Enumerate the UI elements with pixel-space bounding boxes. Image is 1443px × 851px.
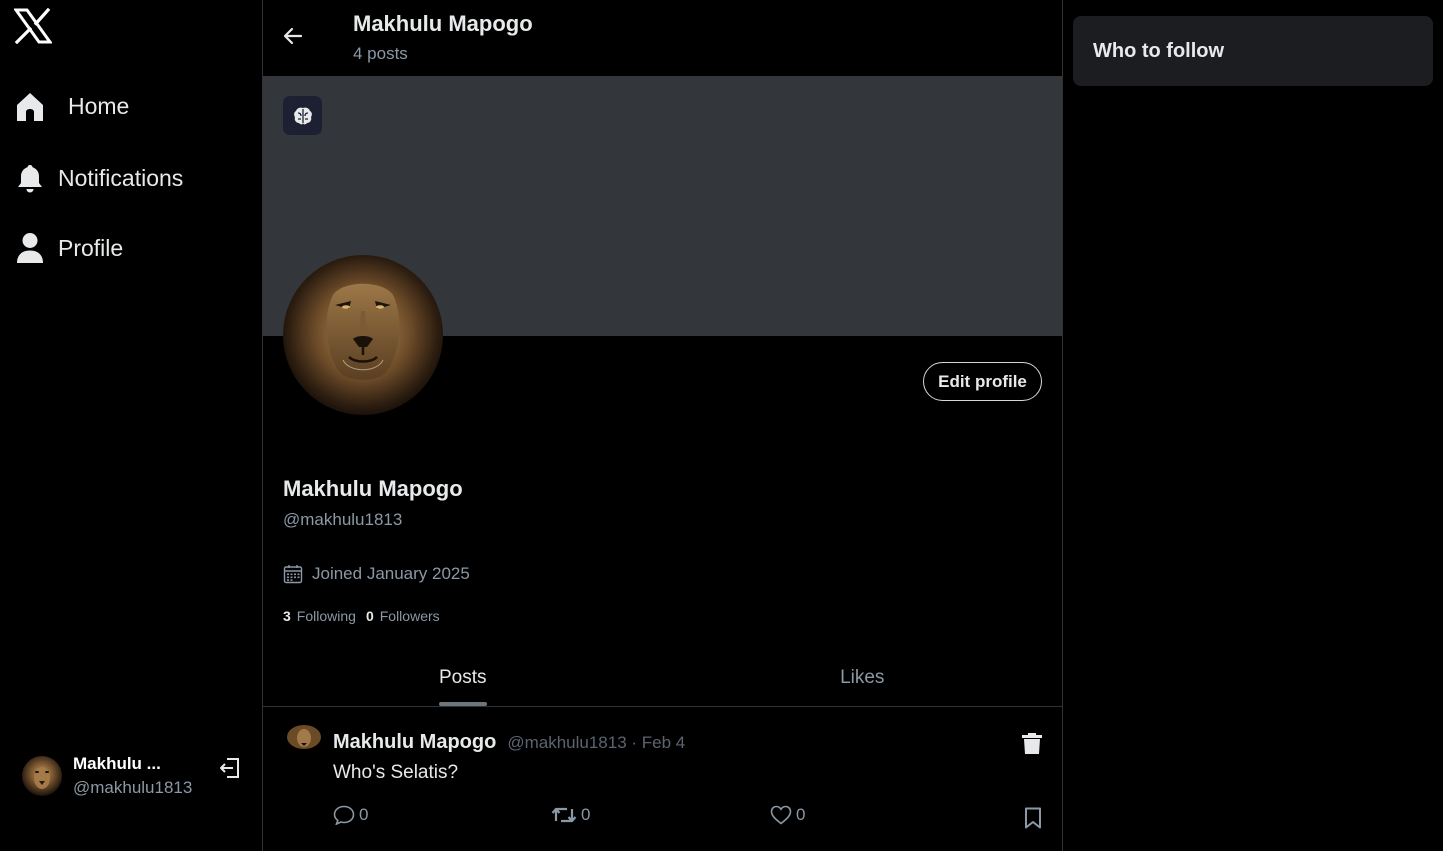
brain-button[interactable] [283, 96, 322, 135]
bell-icon [14, 162, 46, 194]
sidebar: Home Notifications Profile Makhulu ... @… [0, 0, 262, 851]
nav-profile-label: Profile [58, 234, 124, 261]
nav-notifications[interactable]: Notifications [14, 162, 183, 194]
following-count: 3 [283, 608, 291, 624]
nav-notifications-label: Notifications [58, 164, 184, 191]
active-tab-indicator [439, 702, 487, 706]
following-label: Following [296, 608, 356, 624]
profile-header: Makhulu Mapogo 4 posts [263, 0, 1062, 76]
post-meta: @makhulu1813 · Feb 4 [507, 733, 686, 752]
nav-home-label: Home [68, 92, 130, 119]
followers-count: 0 [365, 608, 374, 624]
avatar [22, 756, 62, 796]
joined-text: Joined January 2025 [312, 564, 470, 583]
profile-name: Makhulu Mapogo [283, 476, 463, 501]
tab-likes[interactable]: Likes [663, 650, 1063, 706]
post-author-name[interactable]: Makhulu Mapogo [333, 731, 496, 754]
reply-button[interactable]: 0 [333, 805, 368, 825]
reply-count: 0 [359, 805, 369, 824]
account-name: Makhulu ... [73, 754, 161, 773]
home-icon [14, 90, 46, 122]
followers-link[interactable]: 0 Followers [366, 608, 440, 624]
tab-likes-label: Likes [840, 667, 885, 688]
tab-posts-label: Posts [438, 667, 487, 688]
tab-posts[interactable]: Posts [263, 650, 663, 706]
nav-home[interactable]: Home [14, 90, 129, 122]
following-link[interactable]: 3 Following [283, 608, 356, 624]
trash-icon[interactable] [1021, 731, 1043, 755]
account-handle: @makhulu1813 [73, 778, 193, 797]
bookmark-icon[interactable] [1023, 807, 1043, 829]
brain-icon [293, 107, 312, 124]
joined-date: Joined January 2025 [283, 564, 470, 584]
logout-icon[interactable] [218, 756, 242, 780]
heart-icon [770, 805, 792, 825]
followers-label: Followers [379, 608, 440, 624]
follow-stats: 3 Following 0 Followers [283, 608, 450, 624]
user-icon [14, 232, 46, 264]
x-logo-icon[interactable] [14, 8, 52, 44]
edit-profile-button[interactable]: Edit profile [923, 362, 1042, 401]
repost-button[interactable]: 0 [551, 805, 590, 825]
main-column: Makhulu Mapogo 4 posts Edit profile Makh… [262, 0, 1063, 851]
post-count: 4 posts [353, 44, 408, 63]
nav-profile[interactable]: Profile [14, 232, 123, 264]
calendar-icon [283, 565, 303, 584]
repost-count: 0 [581, 805, 591, 824]
profile-avatar[interactable] [283, 255, 443, 415]
back-arrow-icon[interactable] [281, 24, 305, 48]
post-text: Who's Selatis? [333, 762, 459, 783]
like-count: 0 [796, 805, 806, 824]
reply-icon [333, 805, 355, 825]
who-to-follow-title: Who to follow [1093, 40, 1225, 62]
profile-tabs: Posts Likes [263, 650, 1062, 707]
who-to-follow-card: Who to follow [1073, 16, 1433, 86]
post-avatar[interactable] [285, 725, 323, 751]
profile-handle: @makhulu1813 [283, 510, 403, 529]
post-item[interactable]: Makhulu Mapogo @makhulu1813 · Feb 4 Who'… [263, 707, 1062, 851]
page-title: Makhulu Mapogo [353, 11, 533, 36]
repost-icon [551, 807, 577, 823]
account-switcher[interactable]: Makhulu ... @makhulu1813 [22, 754, 244, 798]
post-header: Makhulu Mapogo @makhulu1813 · Feb 4 [333, 731, 685, 754]
like-button[interactable]: 0 [770, 805, 805, 825]
